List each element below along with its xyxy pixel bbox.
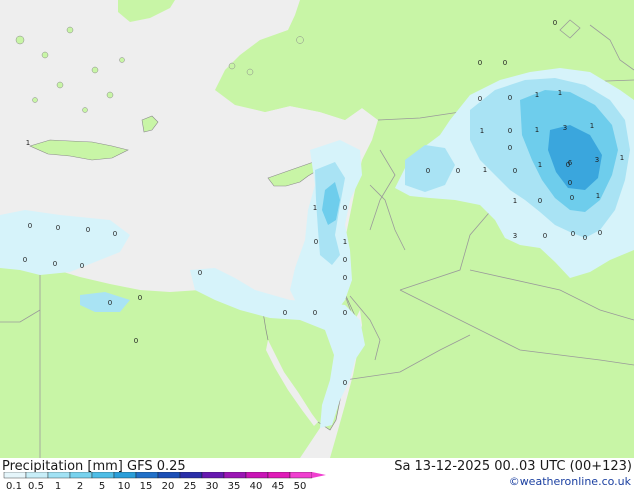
point-value: 0 (86, 226, 90, 234)
point-value: 0 (508, 94, 512, 102)
credit-link[interactable]: ©weatheronline.co.uk (509, 475, 631, 488)
legend-swatch (223, 472, 247, 479)
point-value: 0 (543, 232, 547, 240)
point-value: 3 (513, 232, 517, 240)
point-value: 0 (198, 269, 202, 277)
point-value: 1 (343, 238, 347, 246)
point-value: 1 (596, 192, 600, 200)
precipitation-legend: 0.1 0.5 1 2 5 10 15 20 25 30 35 40 45 50 (3, 472, 326, 490)
point-value: 1 (513, 197, 517, 205)
point-value: 0 (108, 299, 112, 307)
point-value: 0 (538, 197, 542, 205)
point-value: 0 (313, 309, 317, 317)
legend-label: 40 (250, 481, 263, 490)
legend-label: 10 (118, 481, 131, 490)
point-value: 1 (26, 139, 30, 147)
point-value: 0 (553, 19, 557, 27)
point-value: 0 (570, 194, 574, 202)
legend-label: 0.5 (28, 481, 44, 490)
legend-swatch (201, 472, 225, 479)
point-value: 0 (134, 337, 138, 345)
legend-swatch (69, 472, 93, 479)
legend-swatch (3, 472, 27, 479)
point-value: 0 (478, 95, 482, 103)
point-value: 1 (535, 126, 539, 134)
point-value: 0 (478, 59, 482, 67)
legend-swatch (289, 472, 313, 479)
legend-label: 5 (99, 481, 105, 490)
legend-swatch (267, 472, 291, 479)
point-value: 0 (426, 167, 430, 175)
map-canvas: 0 00 0 0 00 0 00000 0 01 00 10000 0 1 00 0 1 11 0 1 3 101 06 3… (0, 0, 634, 458)
legend-swatch (91, 472, 115, 479)
point-value: 0 (138, 294, 142, 302)
point-value: 0 (571, 230, 575, 238)
point-value: 0 (314, 238, 318, 246)
legend-swatch (179, 472, 203, 479)
legend-swatch (47, 472, 71, 479)
point-value: 0 (583, 234, 587, 242)
point-value: 0 (113, 230, 117, 238)
point-value: 0 (343, 274, 347, 282)
point-value: 1 (590, 122, 594, 130)
footer-bar: Precipitation [mm] GFS 0.25 Sa 13-12-202… (0, 458, 634, 490)
legend-swatch (157, 472, 181, 479)
legend-label: 1 (55, 481, 61, 490)
point-value: 0 (343, 309, 347, 317)
point-value: 0 (343, 256, 347, 264)
point-value: 0 (598, 229, 602, 237)
legend-label: 25 (184, 481, 197, 490)
point-value: 3 (563, 124, 567, 132)
legend-swatch (113, 472, 137, 479)
point-value: 0 (53, 260, 57, 268)
point-value: 3 (595, 156, 599, 164)
point-value: 0 (56, 224, 60, 232)
legend-label: 15 (140, 481, 153, 490)
point-value: 1 (558, 89, 562, 97)
point-value: 1 (620, 154, 624, 162)
legend-label: 20 (162, 481, 175, 490)
point-value: 1 (313, 204, 317, 212)
legend-label: 50 (294, 481, 307, 490)
point-value: 1 (480, 127, 484, 135)
point-value: 1 (483, 166, 487, 174)
point-value: 0 (283, 309, 287, 317)
legend-swatch (245, 472, 269, 479)
legend-arrow (312, 472, 326, 478)
legend-label: 30 (206, 481, 219, 490)
legend-label: 2 (77, 481, 83, 490)
point-value: 0 (343, 379, 347, 387)
datetime-label: Sa 13-12-2025 00..03 UTC (00+123) (394, 459, 632, 474)
point-value: 1 (535, 91, 539, 99)
legend-swatch (135, 472, 159, 479)
legend-label: 45 (272, 481, 285, 490)
point-value: 6 (568, 159, 573, 167)
point-value: 0 (508, 127, 512, 135)
legend-label: 0.1 (6, 481, 22, 490)
point-value: 0 (343, 204, 347, 212)
legend-label: 35 (228, 481, 241, 490)
precipitation-map: 0000000000000001001000001000111013101063… (0, 0, 634, 458)
point-value: 0 (513, 167, 517, 175)
point-value: 0 (23, 256, 27, 264)
point-value: 0 (80, 262, 84, 270)
legend-swatch (25, 472, 49, 479)
point-value: 0 (503, 59, 507, 67)
point-value: 0 (456, 167, 460, 175)
point-value: 0 (568, 179, 572, 187)
point-value: 1 (538, 161, 542, 169)
point-value: 0 (28, 222, 32, 230)
point-value: 0 (508, 144, 512, 152)
